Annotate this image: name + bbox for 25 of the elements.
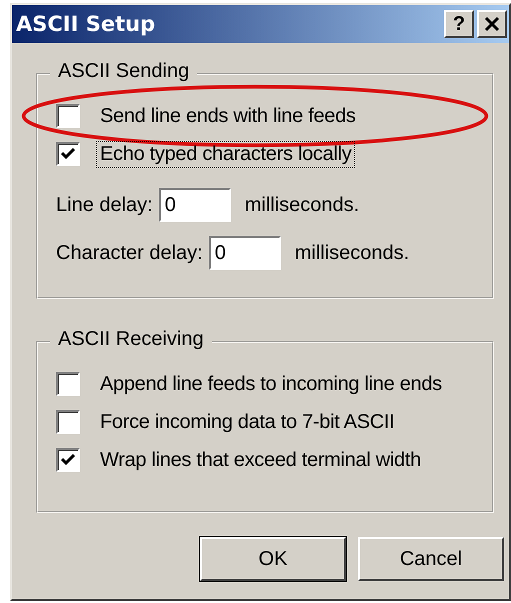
check-icon: [61, 148, 75, 160]
checkbox[interactable]: [56, 410, 80, 434]
field-label: Character delay:: [56, 242, 203, 264]
group-title: ASCII Sending: [50, 60, 198, 83]
checkbox-label[interactable]: Append line feeds to incoming line ends: [96, 370, 446, 398]
checkbox-label[interactable]: Wrap lines that exceed terminal width: [96, 446, 425, 474]
help-button[interactable]: ?: [444, 10, 474, 38]
unit-label: milliseconds.: [294, 242, 410, 264]
input-field[interactable]: 0: [158, 188, 231, 222]
check-icon: [61, 454, 75, 466]
close-button[interactable]: [477, 10, 507, 38]
unit-label: milliseconds.: [244, 194, 360, 216]
field-label: Line delay:: [56, 194, 153, 216]
dialog-button[interactable]: Cancel: [358, 537, 504, 581]
checkbox-label[interactable]: Force incoming data to 7-bit ASCII: [96, 408, 398, 436]
close-icon: [484, 16, 500, 32]
checkbox[interactable]: [56, 448, 80, 472]
input-field[interactable]: 0: [208, 236, 281, 270]
dialog-button[interactable]: OK: [200, 537, 346, 581]
group-title: ASCII Receiving: [50, 328, 212, 351]
checkbox-label[interactable]: Echo typed characters locally: [96, 140, 356, 168]
checkbox[interactable]: [56, 104, 80, 128]
checkbox[interactable]: [56, 372, 80, 396]
checkbox[interactable]: [56, 142, 80, 166]
window-title: ASCII Setup: [16, 12, 156, 36]
